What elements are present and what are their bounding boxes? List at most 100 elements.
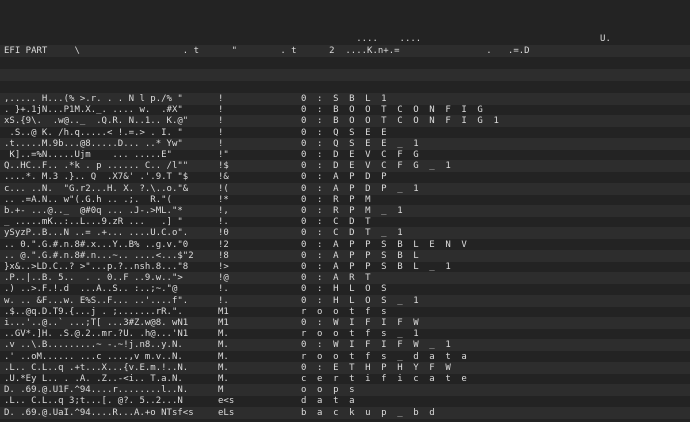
partition-name: r o o t f s	[301, 306, 390, 317]
ascii-dump: .$..@q.D.T9.{...j . ;.......rR.".	[4, 306, 183, 317]
entry-code: !&	[218, 172, 229, 183]
partition-row: _ .....mK..:..L...9.zR ... .] "!. 0 : C D…	[0, 216, 690, 228]
partition-row: . }+.1jN...P1M.X._. .... w. .#X"! 0 : B O…	[0, 104, 690, 116]
entry-code: M1	[218, 318, 229, 328]
ascii-dump: xS.{9\. .w@.._ .Q.R. N..1.. K.@"	[4, 116, 189, 127]
entry-code: M1	[218, 306, 229, 317]
entry-code: !0	[218, 228, 229, 239]
partition-name: 0 : W I F I F W _ 1	[301, 340, 454, 351]
partition-row: Q..HC..F.. .*k . p ...... C.. /l"" !$ 0 : …	[0, 160, 690, 173]
ascii-dump: .v ..\.B.........~ -.~!j.n8..y.N.	[4, 340, 183, 351]
partition-row: ....*. M.3 .}.. Q .X7&' .'.9.T "$ !& 0 : A…	[0, 171, 690, 183]
entry-code: !.	[218, 295, 229, 306]
entry-code: e<s	[218, 396, 235, 407]
ascii-dump: .L.. C.L..q .+t...X...{v.E.m.!..N.	[4, 362, 189, 373]
blank-row	[0, 81, 690, 93]
header-text: .... .... U.	[4, 34, 611, 44]
ascii-dump: .L.. C.L..q 3;t...[. @?. 5..2...N	[4, 396, 183, 407]
partition-name: o o p s	[301, 385, 358, 396]
partition-name: r o o t f s _ d a t a	[301, 351, 470, 362]
ascii-dump: _ .....mK..:..L...9.zR ... .] "	[4, 217, 183, 228]
partition-row: .. .=A.N.. w"(.G.h .. .;. R."(!* 0 : R P …	[0, 194, 690, 206]
partition-row: D. .69.@.U1F.^94....r........l..N. Mo o p…	[0, 384, 690, 397]
ascii-dump: ....*. M.3 .}.. Q .X7&' .'.9.T "$	[4, 172, 189, 183]
ascii-dump: K]..=%N.....Ujm ... .....E"	[4, 150, 172, 160]
partition-name: 0 : D E V C F G _ 1	[301, 161, 454, 172]
partition-name: 0 : S B L 1	[301, 94, 390, 104]
hex-viewer: .... .... U. EFI PART \ . t " . t 2 ....…	[0, 0, 690, 422]
ascii-dump: .. @.".G.#.n.8#.n...~.. ....<...$"2	[4, 250, 194, 261]
entry-code: !(	[218, 183, 229, 194]
ascii-dump: .P..|..B. 5.. . . 0..F ..9.w..">	[4, 273, 183, 284]
partition-name: 0 : B O O T C O N F I G 1	[301, 116, 502, 127]
partition-row: .P..|..B. 5.. . . 0..F ..9.w.."> !@ 0 : A …	[0, 272, 690, 285]
partition-row: b.+- ...@.._ @#0q ... .J-.>ML."*!, 0 : R …	[0, 205, 690, 217]
entry-code: !$	[218, 161, 229, 172]
entry-code: !8	[218, 250, 229, 261]
entry-code: !	[218, 94, 224, 104]
entry-code: !*	[218, 194, 229, 205]
entry-code: !2	[218, 239, 229, 250]
partition-row: .v ..\.B.........~ -.~!j.n8..y.N. M. 0 : W…	[0, 339, 690, 352]
partition-name: 0 : H L O S _ 1	[301, 295, 422, 306]
entry-code: M.	[218, 329, 229, 340]
ascii-dump: c... ..N. "G.r2...H. X. ?.\..o."&	[4, 183, 189, 194]
partition-name: c e r t i f i c a t e	[301, 374, 470, 384]
header-text: EFI PART \ . t " . t 2 ....K.n+.= . .=.D	[4, 46, 530, 56]
ascii-dump: .t.....M.9b...@8.....D... ..* Yw"	[4, 138, 183, 149]
partition-row: i...'..@..` ...;T[ ...3#Z.w@8. wN1 M1 0 : …	[0, 317, 690, 329]
blank-row	[0, 57, 690, 69]
partition-name: 0 : Q S E E _ 1	[301, 138, 422, 149]
partition-row: c... ..N. "G.r2...H. X. ?.\..o."& !( 0 : A…	[0, 182, 690, 195]
ascii-dump: b.+- ...@.._ @#0q ... .J-.>ML."*	[4, 206, 183, 216]
partition-row: ..GV*.]H. .S.@.2..mr.?U. .h@...'N1 M. r o …	[0, 328, 690, 340]
entry-code: !	[218, 127, 224, 138]
partition-name: 0 : C D T	[301, 217, 374, 228]
ascii-dump: ySyzP..B...N ..= .+... ....U.C.o".	[4, 228, 189, 239]
partition-row: .t.....M.9b...@8.....D... ..* Yw"! 0 : Q …	[0, 137, 690, 150]
partition-row: .. 0.".G.#.n.8#.x...Y..B% ..g.v."0 !2 0 : …	[0, 239, 690, 251]
header-row: .... .... U.	[0, 33, 690, 45]
ascii-dump: .. .=A.N.. w"(.G.h .. .;. R."(	[4, 194, 172, 205]
partition-row: .' ..oM...... ...c ....,v m.v..N. M. r o o…	[0, 351, 690, 363]
partition-name: 0 : H L O S	[301, 284, 390, 295]
ascii-dump: Q..HC..F.. .*k . p ...... C.. /l""	[4, 161, 189, 172]
partition-name: 0 : Q S E E	[301, 127, 390, 138]
partition-row: }x&..>LD.C..? >"...p.?..nsh.8..."8 !> 0 : …	[0, 261, 690, 273]
ascii-dump: .S..@ K. /h.q.....< !.=.> . I. "	[4, 127, 183, 138]
partition-name: 0 : A P P S B L	[301, 250, 422, 261]
partition-row: .U.*Ey L.. . .A. .Z..-<i.. T.a.N. M. c e r…	[0, 373, 690, 385]
partition-row: .S..@ K. /h.q.....< !.=.> . I. "! 0 : Q S…	[0, 127, 690, 139]
partition-name: 0 : A R T	[301, 273, 374, 284]
ascii-dump: i...'..@..` ...;T[ ...3#Z.w@8. wN1	[4, 318, 189, 328]
header-row: EFI PART \ . t " . t 2 ....K.n+.= . .=.D	[0, 45, 690, 57]
partition-row: ySyzP..B...N ..= .+... ....U.C.o". !0 0 : …	[0, 227, 690, 240]
ascii-dump: ,..... H...(% >.r. . . N l p./% "	[4, 94, 183, 104]
entry-code: !	[218, 138, 224, 149]
entry-code: !.	[218, 284, 229, 295]
partition-row: xS.{9\. .w@.._ .Q.R. N..1.. K.@"! 0 : B O…	[0, 115, 690, 128]
ascii-dump: }x&..>LD.C..? >"...p.?..nsh.8..."8	[4, 262, 189, 272]
partition-name: 0 : A P D P _ 1	[301, 183, 422, 194]
partition-name: d a t a	[301, 396, 358, 407]
entry-code: !	[218, 105, 224, 116]
partition-row: ,..... H...(% >.r. . . N l p./% "! 0 : S …	[0, 93, 690, 105]
partition-name: 0 : W I F I F W	[301, 318, 422, 328]
ascii-dump: w. .. &F...w. E%S..F... ..'....f".	[4, 295, 189, 306]
ascii-dump: D. .69.@.U1F.^94....r........l..N.	[4, 385, 189, 396]
partition-name: 0 : B O O T C O N F I G	[301, 105, 486, 116]
partition-row: .) ..>.F.!.d ...A..S.. :..;~."@!. 0 : H L…	[0, 283, 690, 295]
ascii-dump: .U.*Ey L.. . .A. .Z..-<i.. T.a.N.	[4, 374, 183, 384]
ascii-dump: .) ..>.F.!.d ...A..S.. :..;~."@	[4, 284, 178, 295]
ascii-dump: .' ..oM...... ...c ....,v m.v..N.	[4, 351, 183, 362]
partition-row: D. .69.@.UaI.^94....R...A.+o NTsf<s eLs b …	[0, 406, 690, 419]
partition-name: 0 : D E V C F G	[301, 150, 422, 160]
partition-name: 0 : E T H P H Y F W	[301, 362, 454, 373]
partition-row: .L.. C.L..q .+t...X...{v.E.m.!..N. M. 0 : …	[0, 361, 690, 374]
entry-code: M.	[218, 351, 229, 362]
entry-code: M.	[218, 374, 229, 384]
entry-code: !	[218, 116, 224, 127]
partition-row: w. .. &F...w. E%S..F... ..'....f".!. 0 : …	[0, 294, 690, 307]
entry-code: M.	[218, 340, 229, 351]
ascii-dump: . }+.1jN...P1M.X._. .... w. .#X"	[4, 105, 183, 116]
